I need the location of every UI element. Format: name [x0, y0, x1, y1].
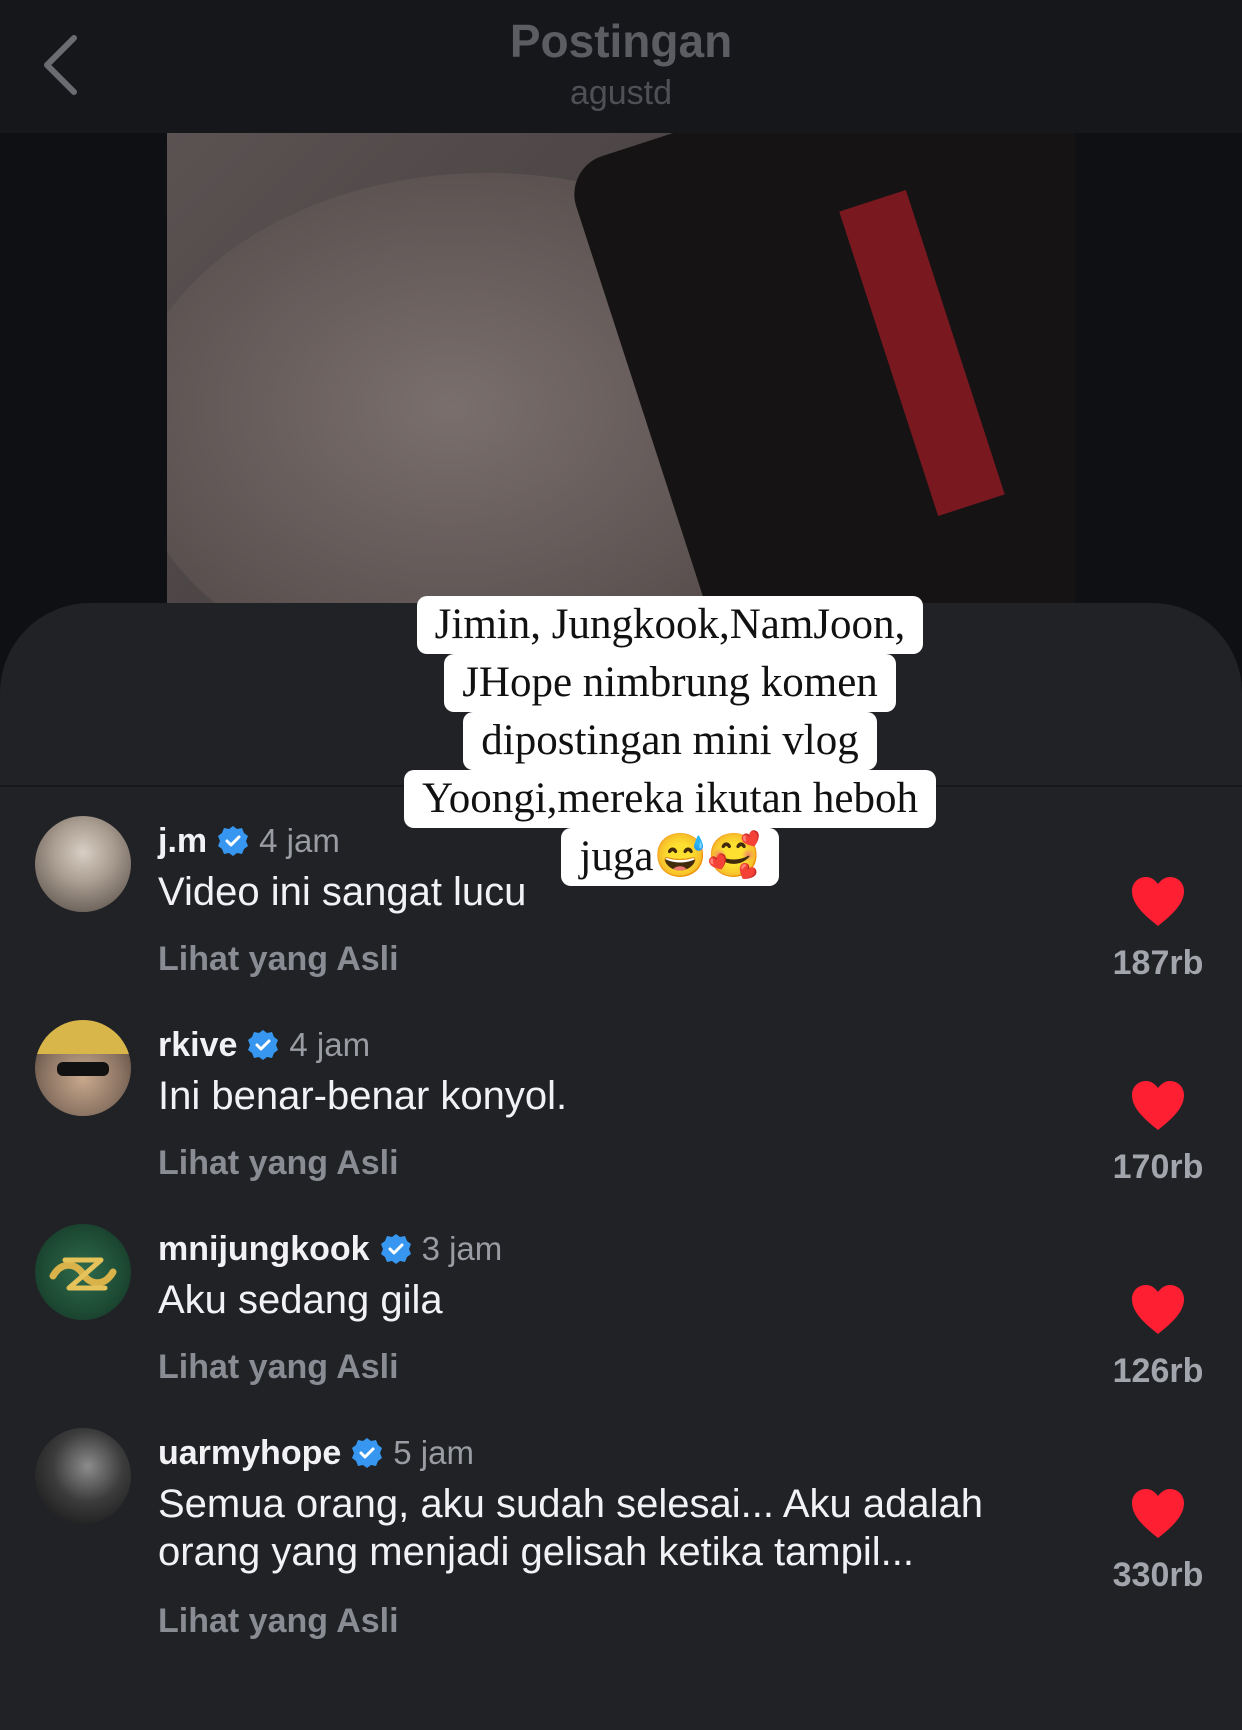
like-button[interactable]: [1128, 1486, 1188, 1542]
comment-text: Aku sedang gila: [158, 1278, 443, 1322]
view-original-link[interactable]: Lihat yang Asli: [158, 940, 399, 979]
heart-icon: [1132, 1489, 1184, 1538]
avatar[interactable]: [35, 1020, 131, 1116]
comment-time: 3 jam: [421, 1230, 503, 1267]
verified-badge-icon: [380, 1233, 412, 1265]
post-author[interactable]: agustd: [0, 74, 1242, 113]
comment-header: mnijungkook 3 jam: [158, 1224, 502, 1274]
view-original-link[interactable]: Lihat yang Asli: [158, 1602, 399, 1641]
avatar[interactable]: [35, 1428, 131, 1524]
comment-time: 4 jam: [259, 822, 340, 859]
comment-text: Ini benar-benar konyol.: [158, 1074, 568, 1118]
view-original-link[interactable]: Lihat yang Asli: [158, 1144, 399, 1183]
comment-time: 5 jam: [393, 1434, 474, 1471]
avatar[interactable]: [35, 816, 131, 912]
caption-line: juga😅🥰: [561, 828, 779, 886]
comment-header: uarmyhope 5 jam: [158, 1428, 474, 1478]
like-button[interactable]: [1128, 1078, 1188, 1134]
caption-line: Yoongi,mereka ikutan heboh: [403, 770, 937, 828]
comment-item: mnijungkook 3 jam Aku sedang gila Lihat …: [0, 1224, 1242, 1424]
comment-header: j.m 4 jam: [158, 816, 340, 866]
like-count: 126rb: [1112, 1352, 1204, 1390]
like-button[interactable]: [1128, 1282, 1188, 1338]
heart-icon: [1132, 1081, 1184, 1130]
comment-time: 4 jam: [289, 1026, 371, 1063]
like-count: 330rb: [1112, 1556, 1204, 1594]
page-title: Postingan: [509, 15, 733, 67]
heart-icon: [1132, 1285, 1184, 1334]
view-original-link[interactable]: Lihat yang Asli: [158, 1348, 399, 1387]
caption-line: Jimin, Jungkook,NamJoon,: [416, 596, 924, 654]
comment-username[interactable]: mnijungkook: [158, 1230, 370, 1269]
comment-username[interactable]: j.m: [158, 822, 207, 861]
comment-username[interactable]: rkive: [158, 1026, 237, 1065]
post-header: Postingan agustd: [0, 0, 1242, 133]
comment-item: rkive 4 jam Ini benar-benar konyol. Liha…: [0, 1020, 1242, 1220]
like-count: 170rb: [1112, 1148, 1204, 1186]
avatar-hat: [35, 1020, 131, 1054]
like-button[interactable]: [1128, 874, 1188, 930]
logo-symbol-icon: [49, 1257, 117, 1291]
comment-username[interactable]: uarmyhope: [158, 1434, 341, 1473]
post-video-thumbnail[interactable]: [167, 133, 1075, 613]
heart-icon: [1132, 877, 1184, 926]
caption-overlay: Jimin, Jungkook,NamJoon, JHope nimbrung …: [340, 596, 1000, 886]
verified-badge-icon: [247, 1029, 279, 1061]
caption-line: JHope nimbrung komen: [444, 654, 896, 712]
comment-header: rkive 4 jam: [158, 1020, 370, 1070]
like-count: 187rb: [1112, 944, 1204, 982]
caption-line: dipostingan mini vlog: [463, 712, 877, 770]
verified-badge-icon: [351, 1437, 383, 1469]
comment-text: Semua orang, aku sudah selesai... Aku ad…: [158, 1482, 983, 1574]
avatar[interactable]: [35, 1224, 131, 1320]
verified-badge-icon: [217, 825, 249, 857]
comment-item: uarmyhope 5 jam Semua orang, aku sudah s…: [0, 1428, 1242, 1688]
avatar-sunglasses: [57, 1062, 109, 1076]
